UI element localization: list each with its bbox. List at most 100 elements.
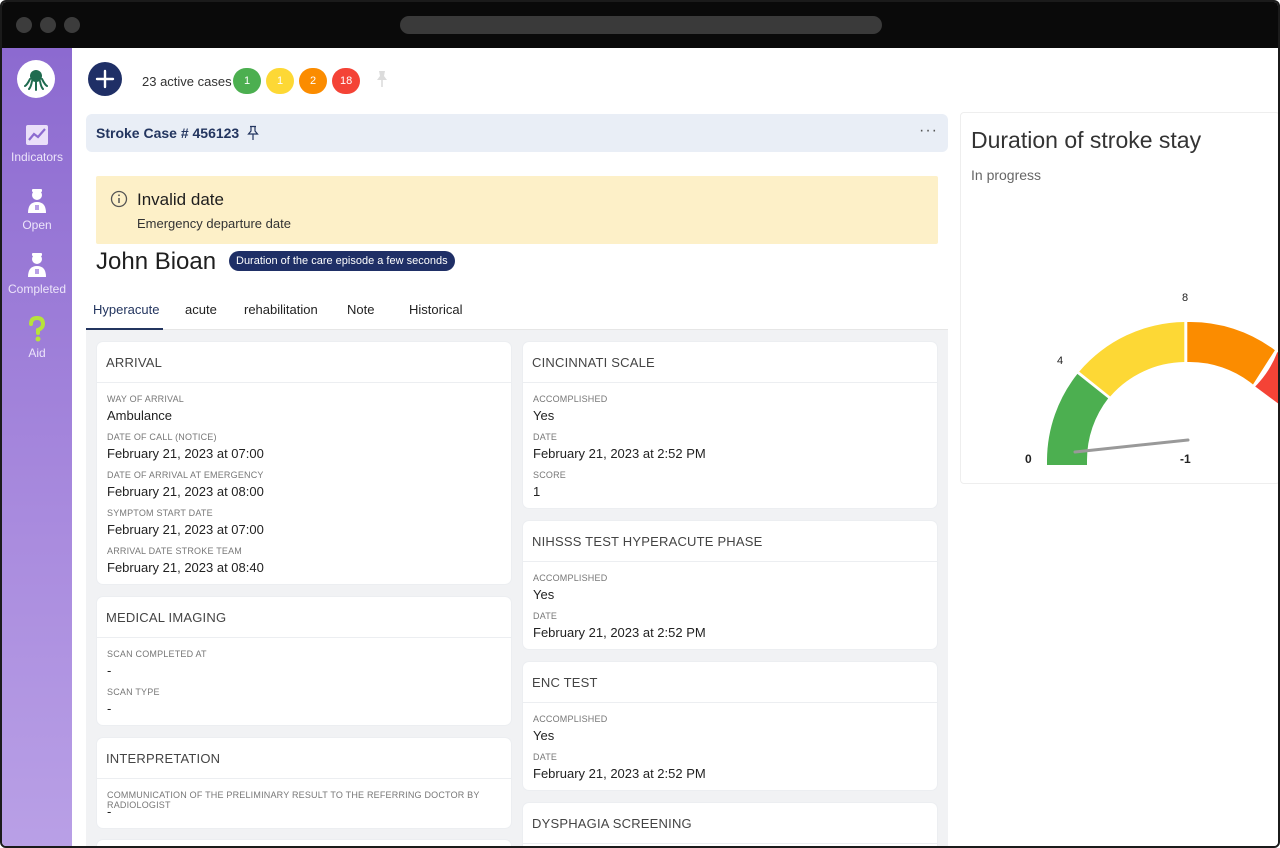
field-value: February 21, 2023 at 07:00 (107, 446, 264, 461)
field-label: SCAN COMPLETED AT (107, 649, 207, 659)
patient-name: John Bioan (96, 248, 217, 275)
card-title: ARRIVAL (106, 355, 163, 370)
nihsss-test-card: NIHSSS TEST HYPERACUTE PHASE ACCOMPLISHE… (523, 521, 937, 649)
tab-note[interactable]: Note (347, 302, 374, 317)
sidebar-item-label: Completed (7, 282, 67, 296)
case-count-pill-red[interactable]: 18 (332, 68, 361, 94)
field-value: - (107, 804, 112, 819)
case-count-pill-yellow[interactable]: 1 (266, 68, 294, 94)
octopus-logo-icon[interactable] (17, 60, 55, 98)
invalid-date-alert: Invalid date Emergency departure date (96, 176, 938, 244)
active-cases-count: 23 active cases (142, 74, 232, 89)
field-value: February 21, 2023 at 08:40 (107, 560, 264, 575)
card-divider (523, 561, 937, 562)
sidebar-item-completed[interactable]: Completed (2, 252, 72, 296)
gauge-tick-label: 4 (1057, 355, 1064, 367)
hyperacute-content[interactable]: ARRIVAL WAY OF ARRIVAL Ambulance DATE OF… (86, 330, 948, 846)
gauge-needle (1073, 438, 1190, 454)
dysphagia-screening-card: DYSPHAGIA SCREENING (523, 803, 937, 846)
card-title: NIHSSS TEST HYPERACUTE PHASE (532, 534, 763, 549)
field-value: 1 (533, 484, 541, 499)
field-label: DATE (533, 432, 558, 442)
card-divider (97, 382, 511, 383)
field-label: ACCOMPLISHED (533, 394, 608, 404)
field-label: ACCOMPLISHED (533, 573, 608, 583)
case-more-menu[interactable]: ··· (919, 122, 938, 140)
card-divider (97, 778, 511, 779)
case-count-pill-green[interactable]: 1 (233, 68, 261, 94)
tab-acute[interactable]: acute (185, 302, 217, 317)
field-label: DATE (533, 611, 558, 621)
field-value: Yes (533, 408, 555, 423)
tab-rehabilitation[interactable]: rehabilitation (244, 302, 318, 317)
card-title: INTERPRETATION (106, 751, 221, 766)
card-divider (523, 843, 937, 844)
question-icon (29, 316, 46, 342)
plus-icon (95, 69, 115, 89)
tab-hyperacute[interactable]: Hyperacute (93, 302, 159, 317)
main-area: 23 active cases 1 1 2 18 Stroke Case # 4… (72, 48, 1278, 846)
alert-subtitle: Emergency departure date (137, 216, 291, 231)
info-icon (110, 190, 128, 208)
card-divider (523, 702, 937, 703)
cincinnati-scale-card: CINCINNATI SCALE ACCOMPLISHED Yes DATE F… (523, 342, 937, 508)
card-title: ENC TEST (532, 675, 598, 690)
next-card (97, 840, 511, 846)
add-case-button[interactable] (88, 62, 122, 96)
sidebar: Indicators Open Completed Aid (2, 48, 72, 846)
doctor-icon (28, 253, 46, 277)
field-label: COMMUNICATION OF THE PRELIMINARY RESULT … (107, 790, 480, 810)
doctor-icon (28, 189, 46, 213)
window-titlebar (2, 2, 1278, 48)
field-value: Yes (533, 587, 555, 602)
gauge-chart (1047, 321, 1278, 465)
sidebar-item-label: Indicators (10, 150, 64, 164)
field-label: WAY OF ARRIVAL (107, 394, 184, 404)
card-title: DYSPHAGIA SCREENING (532, 816, 692, 831)
gauge-segment-yellow (1079, 322, 1185, 397)
field-label: SCAN TYPE (107, 687, 160, 697)
field-value: - (107, 663, 112, 678)
field-value: February 21, 2023 at 2:52 PM (533, 766, 706, 781)
address-bar[interactable] (400, 16, 882, 34)
gauge-value-label: -1 (1180, 452, 1191, 466)
medical-imaging-card: MEDICAL IMAGING SCAN COMPLETED AT - SCAN… (97, 597, 511, 725)
gauge-tick-label: 8 (1182, 292, 1189, 304)
field-label: DATE OF CALL (NOTICE) (107, 432, 217, 442)
app-window: Indicators Open Completed Aid 23 active … (0, 0, 1280, 848)
field-label: ARRIVAL DATE STROKE TEAM (107, 546, 242, 556)
stroke-stay-gauge-panel: Duration of stroke stay In progress 4 8 … (960, 112, 1278, 484)
case-title: Stroke Case # 456123 (96, 125, 240, 141)
case-tabs: Hyperacute acute rehabilitation Note His… (86, 288, 948, 330)
sidebar-item-label: Aid (28, 346, 46, 360)
tab-historical[interactable]: Historical (409, 302, 462, 317)
card-title: MEDICAL IMAGING (106, 610, 227, 625)
window-maximize-dot[interactable] (64, 17, 80, 33)
field-value: Yes (533, 728, 555, 743)
case-count-pill-orange[interactable]: 2 (299, 68, 327, 94)
field-label: DATE (533, 752, 558, 762)
window-minimize-dot[interactable] (40, 17, 56, 33)
field-label: ACCOMPLISHED (533, 714, 608, 724)
field-label: DATE OF ARRIVAL AT EMERGENCY (107, 470, 264, 480)
sidebar-item-indicators[interactable]: Indicators (2, 124, 72, 164)
interpretation-card: INTERPRETATION COMMUNICATION OF THE PREL… (97, 738, 511, 828)
field-value: February 21, 2023 at 08:00 (107, 484, 264, 499)
pin-icon[interactable] (374, 70, 390, 88)
field-value: Ambulance (107, 408, 173, 423)
pin-icon[interactable] (246, 125, 260, 141)
sidebar-item-aid[interactable]: Aid (2, 316, 72, 360)
field-value: February 21, 2023 at 07:00 (107, 522, 264, 537)
window-close-dot[interactable] (16, 17, 32, 33)
arrival-card: ARRIVAL WAY OF ARRIVAL Ambulance DATE OF… (97, 342, 511, 584)
field-value: - (107, 701, 112, 716)
sidebar-item-open[interactable]: Open (2, 188, 72, 232)
sidebar-item-label: Open (22, 218, 52, 232)
field-value: February 21, 2023 at 2:52 PM (533, 625, 706, 640)
card-divider (523, 382, 937, 383)
alert-title: Invalid date (137, 190, 224, 209)
case-header: Stroke Case # 456123 ··· (86, 114, 948, 152)
card-title: CINCINNATI SCALE (532, 355, 655, 370)
field-label: SYMPTOM START DATE (107, 508, 213, 518)
gauge-min-label: 0 (1025, 452, 1032, 466)
